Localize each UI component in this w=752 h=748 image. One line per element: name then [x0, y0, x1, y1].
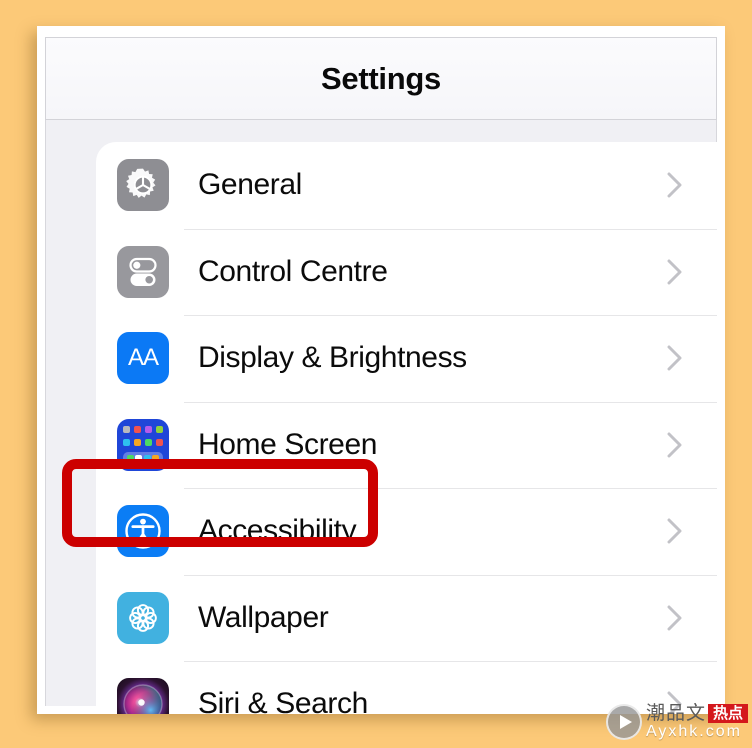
gear-icon	[117, 159, 169, 212]
settings-list-area[interactable]: General Control Centre AA Display & Brig…	[45, 120, 717, 714]
settings-row-home-screen[interactable]: Home Screen	[96, 401, 717, 489]
play-circle-icon	[605, 704, 642, 740]
settings-row-label: Wallpaper	[198, 600, 329, 634]
chevron-right-icon	[667, 258, 683, 286]
nav-header: Settings	[45, 37, 717, 120]
settings-row-label: Home Screen	[198, 427, 378, 461]
aa-text-icon: AA	[117, 332, 169, 385]
app-grid-dock	[123, 451, 163, 465]
page-title: Settings	[321, 60, 441, 96]
settings-row-control-centre[interactable]: Control Centre	[96, 228, 717, 316]
siri-orb-icon	[117, 678, 169, 714]
aa-icon-label: AA	[127, 344, 159, 372]
chevron-right-icon	[667, 431, 683, 459]
toggles-icon	[117, 245, 169, 298]
chevron-right-icon	[667, 344, 683, 372]
watermark-chinese-text: 潮品文	[645, 702, 706, 724]
flower-mandala-icon	[117, 591, 169, 644]
settings-row-label: Accessibility	[198, 514, 357, 548]
settings-row-label: General	[198, 168, 302, 202]
settings-row-display-brightness[interactable]: AA Display & Brightness	[96, 315, 717, 402]
watermark: 潮品文 热点 Ayxhk.com	[605, 700, 748, 744]
accessibility-person-icon	[117, 505, 169, 558]
settings-group: General Control Centre AA Display & Brig…	[96, 142, 717, 714]
app-grid-row-2	[123, 438, 163, 446]
settings-row-general[interactable]: General	[96, 142, 717, 229]
settings-row-accessibility[interactable]: Accessibility	[96, 488, 717, 575]
settings-row-label: Display & Brightness	[198, 341, 467, 375]
chevron-right-icon	[667, 171, 683, 199]
watermark-badge: 热点	[707, 704, 748, 723]
settings-row-wallpaper[interactable]: Wallpaper	[96, 574, 717, 662]
chevron-right-icon	[667, 517, 683, 545]
chevron-right-icon	[667, 604, 683, 632]
watermark-url: Ayxhk.com	[645, 723, 742, 740]
app-grid-icon	[117, 418, 169, 471]
app-grid-row-1	[123, 425, 163, 433]
settings-row-label: Siri & Search	[198, 687, 368, 714]
device-screenshot-card: Settings General Control Centre AA Displ…	[37, 26, 725, 714]
settings-row-label: Control Centre	[198, 254, 388, 288]
